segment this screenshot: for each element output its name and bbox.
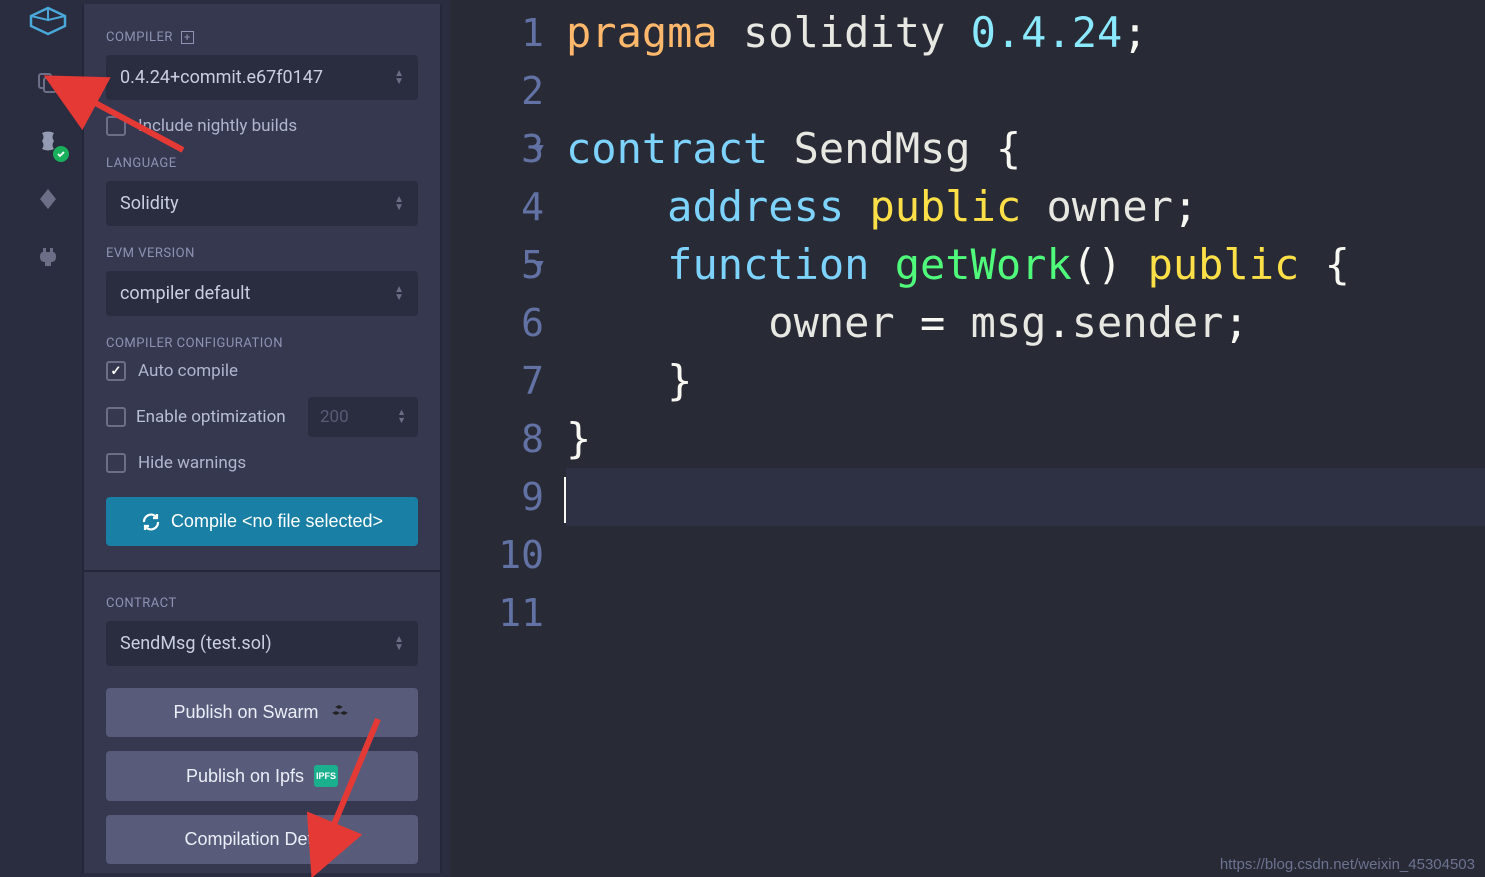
compilation-details-button[interactable]: Compilation Details (106, 815, 418, 864)
language-select[interactable]: Solidity ▲▼ (106, 181, 418, 226)
contract-select[interactable]: SendMsg (test.sol) ▲▼ (106, 621, 418, 666)
config-label: COMPILER CONFIGURATION (106, 336, 418, 351)
code-area[interactable]: pragma solidity 0.4.24;contract SendMsg … (560, 0, 1485, 877)
checkbox-icon (106, 361, 126, 381)
evm-select[interactable]: compiler default ▲▼ (106, 271, 418, 316)
compiler-select[interactable]: 0.4.24+commit.e67f0147 ▲▼ (106, 55, 418, 100)
evm-label: EVM VERSION (106, 246, 418, 261)
sync-icon (141, 512, 161, 532)
updown-icon: ▲▼ (397, 409, 406, 425)
compiler-label: COMPILER + (106, 30, 418, 45)
publish-swarm-button[interactable]: Publish on Swarm (106, 688, 418, 737)
compiler-panel: COMPILER + 0.4.24+commit.e67f0147 ▲▼ Inc… (82, 4, 442, 873)
language-label: LANGUAGE (106, 156, 418, 171)
add-icon[interactable]: + (181, 31, 194, 44)
checkbox-icon (106, 453, 126, 473)
logo-icon (25, 6, 71, 40)
plugin-manager-icon[interactable] (33, 242, 63, 272)
auto-compile-checkbox[interactable]: Auto compile (106, 361, 418, 381)
deploy-tab-icon[interactable] (33, 184, 63, 214)
icon-sidebar (18, 0, 78, 877)
compile-button[interactable]: Compile <no file selected> (106, 497, 418, 546)
hide-warnings-checkbox[interactable]: Hide warnings (106, 453, 418, 473)
optimization-checkbox[interactable] (106, 407, 126, 427)
ipfs-icon: IPFS (314, 765, 338, 787)
code-editor[interactable]: 123▾45▾67891011 pragma solidity 0.4.24;c… (450, 0, 1485, 877)
updown-icon: ▲▼ (394, 70, 404, 86)
checkbox-icon (106, 116, 126, 136)
contract-label: CONTRACT (106, 596, 418, 611)
updown-icon: ▲▼ (394, 636, 404, 652)
divider (84, 570, 440, 572)
publish-ipfs-button[interactable]: Publish on Ipfs IPFS (106, 751, 418, 801)
gutter: 123▾45▾67891011 (450, 0, 560, 877)
nightly-checkbox[interactable]: Include nightly builds (106, 116, 418, 136)
updown-icon: ▲▼ (394, 286, 404, 302)
swarm-icon (329, 703, 351, 723)
optimization-row: Enable optimization 200 ▲▼ (106, 397, 418, 437)
optimization-runs-input[interactable]: 200 ▲▼ (308, 397, 418, 437)
compiler-tab-icon[interactable] (33, 126, 63, 156)
optimization-label: Enable optimization (136, 407, 298, 427)
updown-icon: ▲▼ (394, 196, 404, 212)
watermark: https://blog.csdn.net/weixin_45304503 (1220, 856, 1475, 873)
file-explorer-icon[interactable] (33, 68, 63, 98)
check-badge-icon (53, 146, 69, 162)
